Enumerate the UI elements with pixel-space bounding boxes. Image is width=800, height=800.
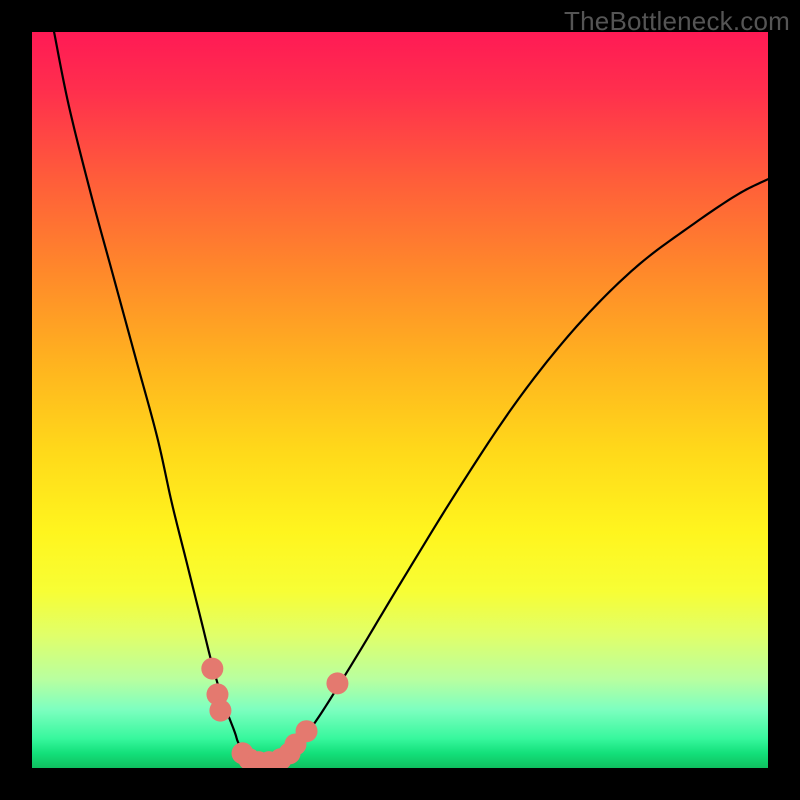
plot-area — [32, 32, 768, 768]
data-marker — [209, 700, 231, 722]
data-marker — [326, 672, 348, 694]
data-marker — [296, 720, 318, 742]
bottleneck-curve — [54, 32, 768, 766]
chart-frame: TheBottleneck.com — [0, 0, 800, 800]
chart-overlay — [32, 32, 768, 768]
data-marker — [201, 658, 223, 680]
marker-group — [201, 658, 348, 768]
